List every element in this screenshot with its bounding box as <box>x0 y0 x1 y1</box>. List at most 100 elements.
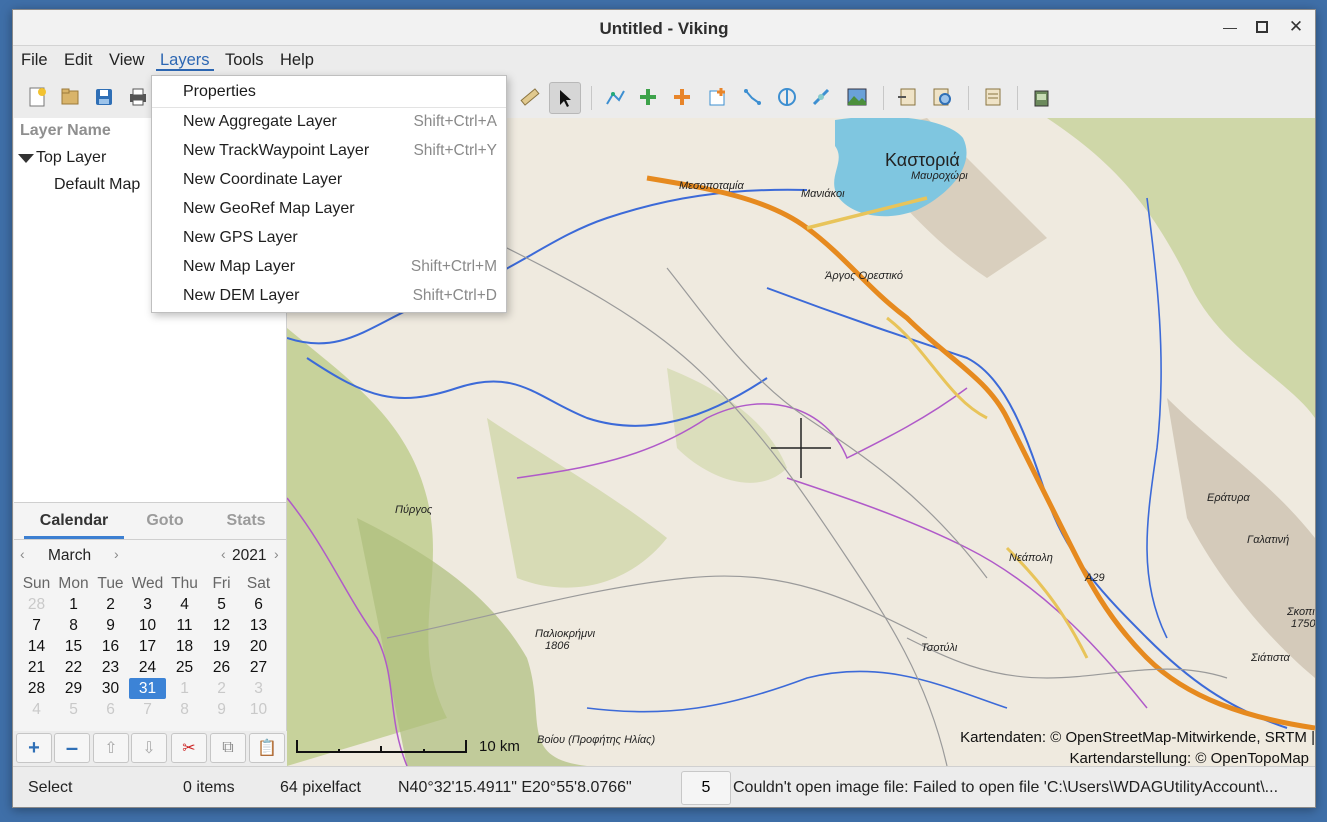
menu-layers[interactable]: Layers <box>156 49 214 71</box>
route-finder-button[interactable] <box>739 83 767 111</box>
tree-top-layer[interactable]: Top Layer <box>18 149 106 167</box>
calendar-day[interactable]: 16 <box>92 636 129 657</box>
prev-year-icon[interactable]: ‹ <box>221 546 226 562</box>
cut-layer-button[interactable]: ✂ <box>171 733 207 763</box>
scale-bar-label: 10 km <box>479 738 520 755</box>
calendar-day[interactable]: 8 <box>166 699 203 720</box>
calendar-day[interactable]: 30 <box>92 678 129 699</box>
map-label-siatista: Σιάτιστα <box>1251 652 1290 664</box>
menu-item-new-aggregate-layer[interactable]: New Aggregate Layer Shift+Ctrl+A <box>152 108 506 137</box>
menu-item-new-coordinate-layer[interactable]: New Coordinate Layer <box>152 166 506 195</box>
calendar-day[interactable]: 6 <box>240 594 277 615</box>
menu-item-new-map-layer[interactable]: New Map Layer Shift+Ctrl+M <box>152 253 506 282</box>
calendar-day[interactable]: 3 <box>129 594 166 615</box>
move-layer-down-button[interactable]: ⇩ <box>131 733 167 763</box>
calendar-day[interactable]: 9 <box>92 615 129 636</box>
edit-trackpoint-button[interactable] <box>668 83 696 111</box>
calendar-day[interactable]: 3 <box>240 678 277 699</box>
minimize-button[interactable]: — <box>1219 16 1241 38</box>
menu-item-properties[interactable]: Properties <box>152 78 506 107</box>
calendar-day[interactable]: 27 <box>240 657 277 678</box>
select-tool-button[interactable] <box>549 82 581 114</box>
calendar-day[interactable]: 17 <box>129 636 166 657</box>
calendar-day[interactable]: 11 <box>166 615 203 636</box>
menu-file[interactable]: File <box>17 49 52 71</box>
calendar-day[interactable]: 6 <box>92 699 129 720</box>
calendar-day[interactable]: 19 <box>203 636 240 657</box>
map-download-button[interactable] <box>893 83 921 111</box>
calendar-day[interactable]: 10 <box>129 615 166 636</box>
ruler-tool-button[interactable] <box>516 83 544 111</box>
expand-arrow-icon[interactable] <box>18 154 34 163</box>
calendar-day[interactable]: 28 <box>18 678 55 699</box>
calendar-day[interactable]: 1 <box>166 678 203 699</box>
copy-layer-button[interactable]: ⧉ <box>210 733 246 763</box>
extended-route-button[interactable] <box>807 83 835 111</box>
close-button[interactable]: ✕ <box>1285 16 1307 38</box>
tab-stats[interactable]: Stats <box>206 512 286 530</box>
menu-help[interactable]: Help <box>276 49 318 71</box>
menu-item-new-dem-layer[interactable]: New DEM Layer Shift+Ctrl+D <box>152 282 506 311</box>
track-create-button[interactable] <box>601 83 629 111</box>
georef-image-button[interactable] <box>843 83 871 111</box>
calendar-day-selected[interactable]: 31 <box>129 678 166 699</box>
menu-item-new-trackwaypoint-layer[interactable]: New TrackWaypoint Layer Shift+Ctrl+Y <box>152 137 506 166</box>
toolbar-separator <box>883 86 884 110</box>
calendar-day[interactable]: 2 <box>92 594 129 615</box>
calendar-day[interactable]: 12 <box>203 615 240 636</box>
calendar-day[interactable]: 21 <box>18 657 55 678</box>
edit-waypoint-button[interactable] <box>704 83 732 111</box>
calendar-day[interactable]: 29 <box>55 678 92 699</box>
calendar-day[interactable]: 1 <box>55 594 92 615</box>
new-file-button[interactable] <box>23 83 51 111</box>
move-layer-up-button[interactable]: ⇧ <box>93 733 129 763</box>
calendar-day[interactable]: 5 <box>203 594 240 615</box>
menu-view[interactable]: View <box>105 49 148 71</box>
menu-item-new-gps-layer[interactable]: New GPS Layer <box>152 224 506 253</box>
splitter-button[interactable] <box>773 83 801 111</box>
calendar-day[interactable]: 14 <box>18 636 55 657</box>
map-search-button[interactable] <box>928 83 956 111</box>
calendar-day[interactable]: 18 <box>166 636 203 657</box>
save-button[interactable] <box>90 83 118 111</box>
paste-layer-button[interactable]: 📋 <box>249 733 285 763</box>
next-year-icon[interactable]: › <box>274 546 279 562</box>
print-button[interactable] <box>124 83 152 111</box>
calendar-day[interactable]: 8 <box>55 615 92 636</box>
gps-button[interactable] <box>1027 83 1055 111</box>
calendar-day[interactable]: 26 <box>203 657 240 678</box>
calendar-day[interactable]: 23 <box>92 657 129 678</box>
menu-item-new-georef-map-layer[interactable]: New GeoRef Map Layer <box>152 195 506 224</box>
add-layer-button[interactable]: + <box>16 733 52 763</box>
calendar-day[interactable]: 28 <box>18 594 55 615</box>
tab-calendar[interactable]: Calendar <box>24 512 124 530</box>
next-month-icon[interactable]: › <box>114 546 119 562</box>
calendar-day[interactable]: 4 <box>166 594 203 615</box>
calendar-day[interactable]: 5 <box>55 699 92 720</box>
calendar-day[interactable]: 25 <box>166 657 203 678</box>
tree-default-map[interactable]: Default Map <box>54 176 140 194</box>
zoom-level-button[interactable]: 5 <box>681 771 731 805</box>
open-file-button[interactable] <box>56 83 84 111</box>
dem-download-button[interactable] <box>978 83 1006 111</box>
calendar-day[interactable]: 9 <box>203 699 240 720</box>
calendar-day[interactable]: 13 <box>240 615 277 636</box>
calendar-day[interactable]: 24 <box>129 657 166 678</box>
calendar-day[interactable]: 20 <box>240 636 277 657</box>
calendar-day[interactable]: 7 <box>129 699 166 720</box>
calendar-day[interactable]: 15 <box>55 636 92 657</box>
maximize-button[interactable] <box>1251 16 1273 38</box>
remove-layer-button[interactable]: – <box>54 733 90 763</box>
tab-goto[interactable]: Goto <box>124 512 206 530</box>
map-label-kastoria: Καστοριά <box>885 150 960 170</box>
calendar-day[interactable]: 7 <box>18 615 55 636</box>
menu-tools[interactable]: Tools <box>221 49 268 71</box>
waypoint-add-button[interactable] <box>634 83 662 111</box>
calendar-day[interactable]: 2 <box>203 678 240 699</box>
menu-edit[interactable]: Edit <box>60 49 96 71</box>
calendar-day[interactable]: 4 <box>18 699 55 720</box>
prev-month-icon[interactable]: ‹ <box>20 546 25 562</box>
calendar-day[interactable]: 10 <box>240 699 277 720</box>
calendar-day[interactable]: 22 <box>55 657 92 678</box>
plus-icon: + <box>28 736 40 759</box>
